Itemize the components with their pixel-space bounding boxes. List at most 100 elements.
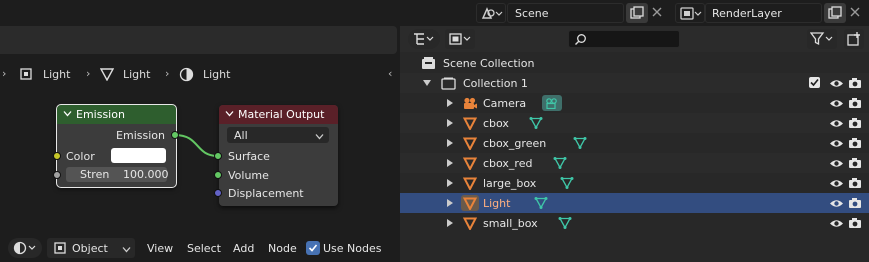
close-icon bbox=[849, 6, 861, 21]
menu-add[interactable]: Add bbox=[233, 243, 254, 254]
outliner-item-label: cbox_red bbox=[483, 157, 533, 170]
outliner-row-camera[interactable]: Camera bbox=[400, 93, 869, 113]
new-collection-button[interactable] bbox=[844, 29, 864, 49]
outliner-row-cbox-red[interactable]: cbox_red bbox=[400, 153, 869, 173]
renderlayer-icon bbox=[680, 6, 702, 24]
outliner-editor-type-button[interactable] bbox=[408, 29, 440, 49]
outliner-row-cbox[interactable]: cbox bbox=[400, 113, 869, 133]
node-editor-footer: Object View Select Add Node Use Nodes bbox=[0, 236, 397, 262]
target-dropdown[interactable]: All bbox=[227, 127, 329, 143]
outliner-row-large-box[interactable]: large_box bbox=[400, 173, 869, 193]
expand-down-icon[interactable] bbox=[422, 77, 432, 89]
outliner-row-cbox-green[interactable]: cbox_green bbox=[400, 133, 869, 153]
display-mode-button[interactable] bbox=[445, 29, 475, 49]
eye-icon[interactable] bbox=[828, 116, 844, 130]
menu-select[interactable]: Select bbox=[187, 243, 221, 254]
view-layer-icon bbox=[449, 32, 473, 49]
use-nodes-checkbox[interactable] bbox=[306, 241, 320, 255]
eye-icon[interactable] bbox=[828, 156, 844, 170]
render-camera-icon[interactable] bbox=[847, 76, 863, 90]
collection-exclude-checkbox[interactable] bbox=[809, 77, 820, 88]
new-scene-button[interactable] bbox=[626, 3, 648, 23]
collection-label: Collection 1 bbox=[463, 77, 528, 90]
camera-object-icon[interactable] bbox=[461, 95, 479, 111]
delete-scene-button[interactable] bbox=[650, 5, 664, 19]
expand-right-icon[interactable] bbox=[444, 158, 454, 168]
render-camera-icon[interactable] bbox=[847, 176, 863, 190]
filter-button[interactable] bbox=[807, 29, 837, 49]
mesh-object-icon[interactable] bbox=[461, 195, 479, 211]
material-output-header[interactable]: Material Output bbox=[219, 105, 338, 124]
mesh-object-icon[interactable] bbox=[461, 155, 479, 171]
outliner-row-light[interactable]: Light bbox=[400, 193, 869, 213]
outliner-header bbox=[400, 26, 869, 52]
displacement-input-label: Displacement bbox=[228, 187, 304, 200]
mesh-data-icon[interactable] bbox=[557, 175, 577, 191]
mesh-object-icon[interactable] bbox=[461, 175, 479, 191]
expand-right-icon[interactable] bbox=[444, 218, 454, 228]
strength-field[interactable]: Stren 100.000 bbox=[66, 167, 169, 182]
collection-row[interactable]: Collection 1 bbox=[400, 73, 869, 93]
render-camera-icon[interactable] bbox=[847, 96, 863, 110]
expand-right-icon[interactable] bbox=[444, 178, 454, 188]
expand-right-icon[interactable] bbox=[444, 118, 454, 128]
expand-right-icon[interactable] bbox=[444, 198, 454, 208]
emission-output-socket[interactable] bbox=[171, 131, 179, 139]
emission-node[interactable]: Emission Emission Color Stren 100.000 bbox=[56, 104, 177, 188]
menu-view[interactable]: View bbox=[147, 243, 173, 254]
expand-right-icon[interactable] bbox=[444, 138, 454, 148]
mesh-object-icon[interactable] bbox=[461, 215, 479, 231]
mode-dropdown[interactable]: Object bbox=[47, 238, 135, 258]
eye-icon[interactable] bbox=[828, 76, 844, 90]
outliner-item-label: Camera bbox=[483, 97, 527, 110]
scene-name-field[interactable]: Scene bbox=[507, 3, 624, 23]
render-camera-icon[interactable] bbox=[847, 196, 863, 210]
expand-right-icon[interactable] bbox=[444, 98, 454, 108]
mesh-data-icon[interactable] bbox=[531, 195, 551, 211]
mesh-data-icon[interactable] bbox=[550, 155, 570, 171]
delete-renderlayer-button[interactable] bbox=[848, 5, 862, 19]
chevron-down-icon bbox=[122, 244, 131, 257]
material-output-node[interactable]: Material Output All Surface Volume Displ… bbox=[219, 105, 338, 206]
color-swatch[interactable] bbox=[111, 148, 166, 163]
emission-node-title: Emission bbox=[76, 108, 125, 121]
editor-type-button[interactable] bbox=[8, 238, 42, 258]
displacement-input-socket[interactable] bbox=[214, 189, 222, 197]
search-icon bbox=[574, 33, 587, 49]
mesh-data-icon[interactable] bbox=[570, 135, 590, 151]
color-input-socket[interactable] bbox=[53, 152, 61, 160]
node-canvas[interactable]: › Light › Light › Light ‹ Emission Emiss… bbox=[0, 56, 397, 262]
new-renderlayer-button[interactable] bbox=[824, 3, 846, 23]
eye-icon[interactable] bbox=[828, 136, 844, 150]
menu-node[interactable]: Node bbox=[268, 243, 297, 254]
strength-input-socket[interactable] bbox=[53, 171, 61, 179]
outliner-row-small-box[interactable]: small_box bbox=[400, 213, 869, 233]
mesh-data-icon[interactable] bbox=[526, 115, 546, 131]
scene-collection-row[interactable]: Scene Collection bbox=[400, 53, 869, 73]
mesh-object-icon[interactable] bbox=[461, 135, 479, 151]
render-camera-icon[interactable] bbox=[847, 156, 863, 170]
mesh-data-icon[interactable] bbox=[555, 215, 575, 231]
render-camera-icon[interactable] bbox=[847, 216, 863, 230]
renderlayer-browse-button[interactable] bbox=[675, 3, 705, 23]
volume-input-socket[interactable] bbox=[214, 171, 222, 179]
outliner-search-input[interactable] bbox=[568, 30, 680, 48]
surface-input-socket[interactable] bbox=[214, 152, 222, 160]
chevron-down-icon bbox=[315, 131, 324, 144]
scene-browse-button[interactable] bbox=[476, 3, 506, 23]
eye-icon[interactable] bbox=[828, 196, 844, 210]
renderlayer-name-field[interactable]: RenderLayer bbox=[705, 3, 822, 23]
emission-node-header[interactable]: Emission bbox=[57, 105, 176, 124]
checkmark-icon bbox=[308, 243, 318, 256]
eye-icon[interactable] bbox=[828, 176, 844, 190]
camera-data-icon[interactable] bbox=[542, 95, 562, 111]
render-camera-icon[interactable] bbox=[847, 116, 863, 130]
collapse-chevron-icon[interactable] bbox=[63, 108, 72, 121]
close-icon bbox=[651, 6, 663, 21]
eye-icon[interactable] bbox=[828, 96, 844, 110]
render-camera-icon[interactable] bbox=[847, 136, 863, 150]
use-nodes-label[interactable]: Use Nodes bbox=[323, 243, 382, 254]
mesh-object-icon[interactable] bbox=[461, 115, 479, 131]
eye-icon[interactable] bbox=[828, 216, 844, 230]
collapse-chevron-icon[interactable] bbox=[225, 108, 234, 121]
